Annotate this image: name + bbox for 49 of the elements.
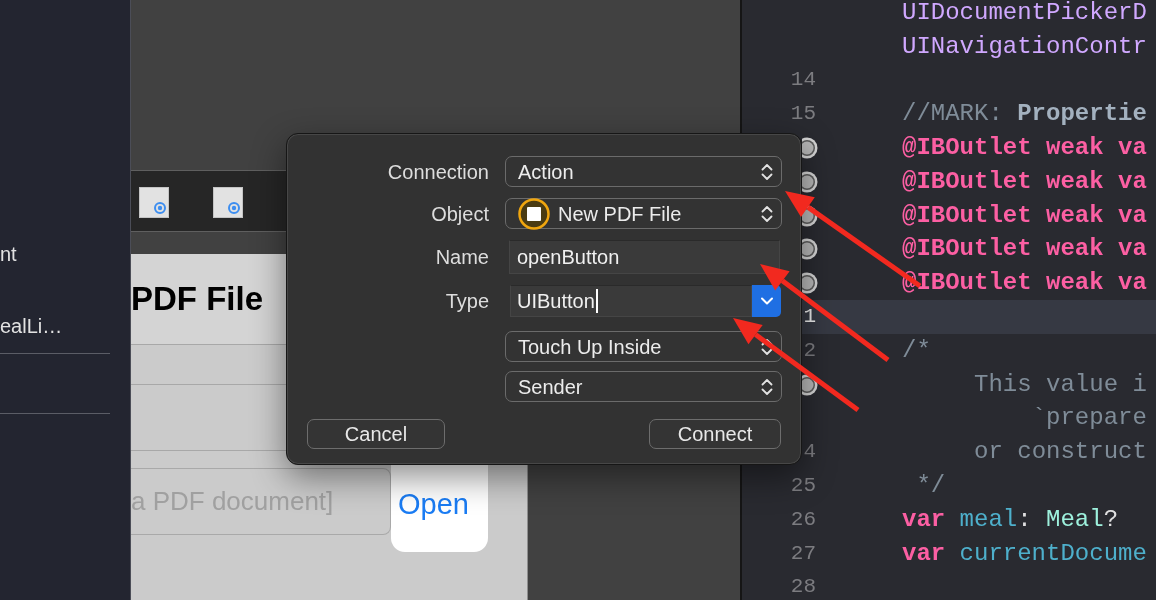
code-line: var meal: Meal?: [902, 507, 1119, 532]
code-line: This value i: [974, 372, 1147, 397]
code-line: @IBOutlet weak va: [902, 136, 1147, 161]
code-line: var currentDocume: [902, 541, 1147, 566]
code-line: or construct: [974, 440, 1147, 465]
chevrons-up-down-icon: [761, 203, 773, 224]
code-line: */: [916, 474, 946, 499]
popup-button[interactable]: Action: [505, 156, 782, 187]
line-number: 2: [803, 338, 817, 363]
code-line: @IBOutlet weak va: [902, 237, 1147, 262]
line-number: 4: [803, 440, 817, 465]
code-line: @IBOutlet weak va: [902, 271, 1147, 296]
line-number: 15: [790, 102, 817, 127]
code-line: UINavigationContr: [902, 34, 1147, 59]
sidebar-item[interactable]: nt: [0, 242, 17, 266]
code-line: /*: [902, 338, 931, 363]
line-number: 25: [790, 474, 817, 499]
chevrons-up-down-icon: [761, 376, 773, 397]
field-label: Name: [435, 245, 489, 269]
chevrons-up-down-icon: [761, 161, 773, 182]
popup-button[interactable]: Sender: [505, 371, 782, 402]
line-number: 28: [790, 575, 817, 600]
line-number: 26: [790, 507, 817, 532]
scene-title: PDF File: [131, 279, 264, 319]
line-number: 14: [790, 68, 817, 93]
square-with-target-icon[interactable]: [139, 187, 169, 218]
code-line: @IBOutlet weak va: [902, 203, 1147, 228]
dropdown-button[interactable]: [752, 285, 781, 317]
text-field[interactable]: UIButton: [510, 285, 752, 317]
field-label: Connection: [387, 159, 489, 184]
chevrons-up-down-icon: [761, 336, 773, 357]
code-line: `prepare: [1031, 406, 1147, 431]
square-in-circle-icon: [518, 197, 550, 230]
line-number: 27: [790, 541, 817, 566]
code-line: UIDocumentPickerD: [902, 0, 1147, 25]
popup-button[interactable]: New PDF File: [505, 198, 782, 229]
sidebar-item[interactable]: ealLi…: [0, 314, 63, 338]
line-number: 1: [803, 305, 817, 330]
code-line: @IBOutlet weak va: [902, 169, 1147, 194]
open-button[interactable]: Open: [391, 465, 488, 552]
text-field[interactable]: openButton: [509, 240, 780, 274]
cancel-button[interactable]: Cancel: [307, 419, 445, 449]
popup-button[interactable]: Touch Up Inside: [505, 331, 782, 362]
field-label: Object: [431, 201, 489, 226]
field-label: Type: [445, 289, 489, 313]
square-with-target-icon[interactable]: [213, 187, 243, 218]
code-line: //MARK: Propertie: [902, 102, 1147, 127]
connect-button[interactable]: Connect: [649, 419, 781, 449]
chevron-down-icon: [760, 297, 773, 305]
